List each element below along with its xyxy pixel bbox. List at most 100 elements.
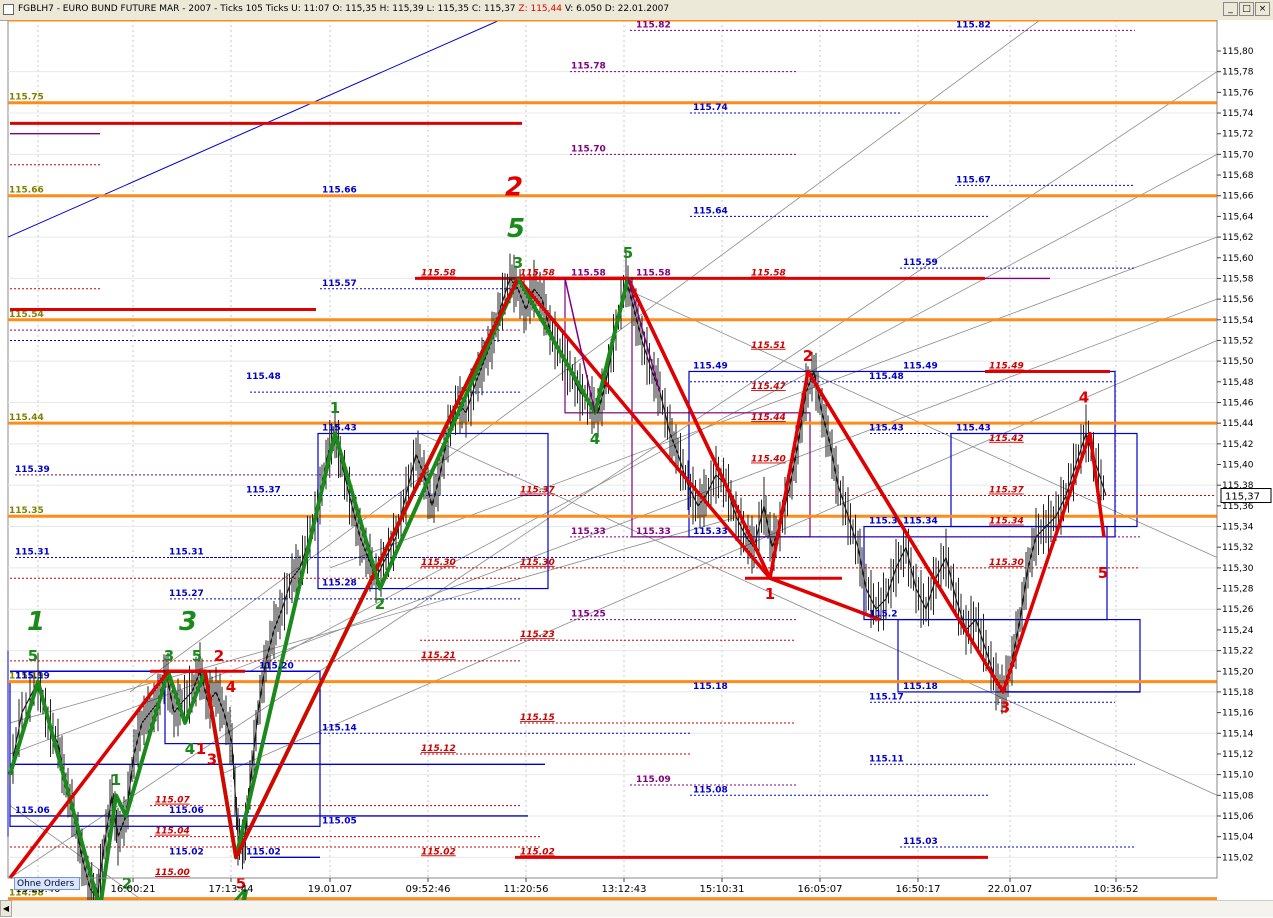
y-tick-label: 115,64	[1222, 212, 1254, 222]
maximize-button[interactable]: □	[1239, 2, 1254, 16]
wave-count-label: 5	[1098, 564, 1108, 582]
price-level-label: 115.58	[751, 268, 786, 278]
wave-count-label: 2	[214, 647, 224, 665]
wave-count-label: 3	[1000, 699, 1010, 717]
price-level-label: 115.23	[520, 630, 555, 640]
price-level-label: 115.31	[15, 548, 50, 558]
y-tick-label: 115,30	[1222, 564, 1254, 574]
y-tick-label: 115,18	[1222, 688, 1254, 698]
price-level-label: 115.02	[520, 847, 555, 857]
price-level-label: 115.34	[989, 517, 1024, 527]
wave-count-label: 3	[513, 254, 523, 272]
price-level-label: 115.37	[520, 486, 555, 496]
price-level-label: 115.05	[322, 816, 357, 826]
price-level-label: 115.49	[693, 361, 728, 371]
y-tick-label: 115,34	[1222, 523, 1254, 533]
price-level-label: 115.74	[693, 103, 728, 113]
x-tick-label: 17:13:44	[209, 884, 254, 895]
wave-count-label: 5	[192, 647, 202, 665]
y-tick-label: 115,78	[1222, 68, 1254, 78]
wave-count-label: 2	[375, 595, 385, 613]
price-level-label: 115.28	[322, 579, 357, 589]
wave-count-label: 1	[765, 585, 775, 603]
y-axis: 115,02 115,04 115,06 115,08 115,10 115,12 115,…	[1216, 20, 1273, 878]
x-axis: 15:28:4016:00:2117:13:4419.01.0709:52:46…	[8, 877, 1217, 895]
wave-count-label: 4	[185, 740, 195, 758]
price-level-label: 115.33	[693, 527, 728, 537]
y-tick-label: 115,62	[1222, 233, 1254, 243]
price-level-label: 115.48	[246, 372, 281, 382]
price-level-label: 115.51	[751, 341, 786, 351]
price-level-label: 115.37	[989, 486, 1024, 496]
price-level-label: 115.43	[322, 423, 357, 433]
price-level-label: 115.34	[903, 517, 938, 527]
price-level-label: 115.11	[869, 754, 904, 764]
price-level-label: 115.82	[956, 20, 991, 30]
price-level-label: 115.09	[636, 775, 671, 785]
x-tick-label: 11:20:56	[504, 884, 549, 895]
wave-count-label: 1	[111, 771, 121, 789]
y-tick-label: 115,28	[1222, 585, 1254, 595]
price-level-label: 115.40	[751, 455, 786, 465]
y-tick-label: 115,14	[1222, 729, 1254, 739]
price-level-label: 115.02	[246, 847, 281, 857]
title-bar[interactable]: FGBLH7 - EURO BUND FUTURE MAR - 2007 - T…	[0, 0, 1273, 21]
orders-toggle-button[interactable]: Ohne Orders	[14, 877, 80, 890]
last-price-label: 115,37	[1225, 492, 1260, 503]
price-level-label: 115.03	[903, 837, 938, 847]
price-level-label: 115.2	[869, 610, 897, 620]
price-level-label: 115.57	[322, 279, 357, 289]
orange-level-label: 115.75	[9, 93, 44, 103]
price-level-label: 115.66	[322, 186, 357, 196]
price-chart[interactable]: 115.75115.66115.54115.44115.35115.19114.…	[0, 20, 1273, 900]
y-tick-label: 115,70	[1222, 150, 1254, 160]
minimize-button[interactable]: _	[1223, 2, 1238, 16]
price-level-label: 115.06	[15, 806, 50, 816]
price-level-label: 115.06	[169, 806, 204, 816]
orange-level-label: 115.35	[9, 506, 44, 516]
price-level-label: 115.39	[15, 465, 50, 475]
price-level-label: 115.25	[571, 610, 606, 620]
wave-count-label: 4	[226, 678, 236, 696]
price-level-label: 115.15	[520, 713, 555, 723]
y-tick-label: 115,66	[1222, 192, 1254, 202]
price-level-label: 115.42	[989, 434, 1024, 444]
y-tick-label: 115,26	[1222, 605, 1254, 615]
window-icon[interactable]	[3, 4, 14, 15]
price-level-label: 115.33	[636, 527, 671, 537]
price-level-label: 115.20	[259, 661, 294, 671]
x-tick-label: 09:52:46	[406, 884, 451, 895]
y-tick-label: 115,10	[1222, 771, 1254, 781]
y-tick-label: 115,68	[1222, 171, 1254, 181]
price-level-label: 115.3	[869, 517, 897, 527]
y-tick-label: 115,72	[1222, 130, 1254, 140]
price-level-label: 115.43	[869, 423, 904, 433]
y-tick-label: 115,52	[1222, 336, 1254, 346]
y-tick-label: 115,76	[1222, 88, 1254, 98]
scroll-left-button[interactable]: ◀	[0, 900, 12, 917]
y-tick-label: 115,08	[1222, 791, 1254, 801]
price-level-label: 115.49	[989, 361, 1024, 371]
y-tick-label: 115,02	[1222, 853, 1254, 863]
y-tick-label: 115,46	[1222, 398, 1254, 408]
price-level-label: 115.17	[869, 692, 904, 702]
price-level-label: 115.43	[956, 423, 991, 433]
horizontal-scrollbar[interactable]	[12, 900, 1273, 917]
price-level-label: 115.58	[636, 268, 671, 278]
close-button[interactable]: ×	[1255, 2, 1270, 16]
price-level-label: 115.18	[903, 682, 938, 692]
wave-count-label: 4	[590, 430, 600, 448]
wave-count-label: 2	[505, 173, 523, 203]
x-tick-label: 10:36:52	[1094, 884, 1139, 895]
price-level-label: 115.59	[903, 258, 938, 268]
x-tick-label: 13:12:43	[602, 884, 647, 895]
price-level-label: 115.27	[169, 589, 204, 599]
price-level-label: 115.70	[571, 144, 606, 154]
x-tick-label: 16:00:21	[111, 884, 156, 895]
price-level-label: 115.04	[155, 827, 190, 837]
y-tick-label: 115,80	[1222, 47, 1254, 57]
price-level-label: 115.48	[869, 372, 904, 382]
price-level-label: 115.31	[169, 548, 204, 558]
y-tick-label: 115,32	[1222, 543, 1254, 553]
y-tick-label: 115,06	[1222, 812, 1254, 822]
